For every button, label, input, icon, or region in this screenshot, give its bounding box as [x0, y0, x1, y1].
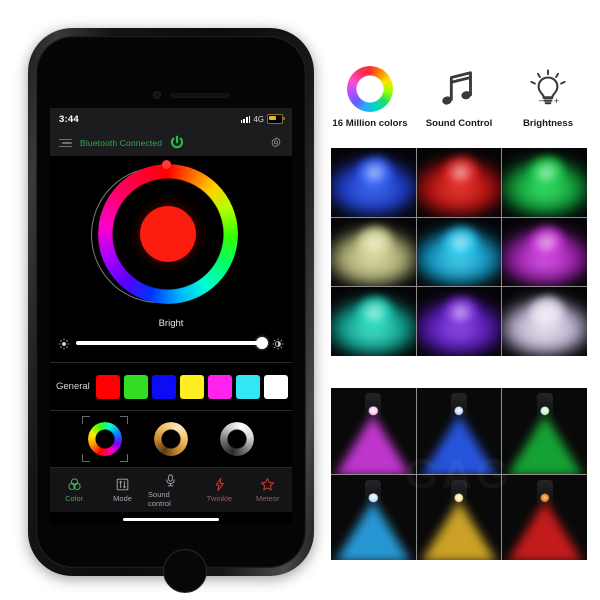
spotlight-cell-yellow	[416, 474, 502, 560]
battery-low-power-icon	[267, 114, 285, 124]
general-palette-label: General	[56, 381, 90, 392]
tab-color-label: Color	[65, 494, 84, 503]
network-type-label: 4G	[253, 114, 264, 124]
spotlight-cell-magenta	[331, 388, 416, 474]
swatch-green[interactable]	[123, 374, 148, 399]
lightning-bolt-icon	[212, 477, 227, 492]
brightness-label: Bright	[158, 318, 184, 329]
svg-text:−: −	[538, 96, 544, 107]
hamburger-menu-icon[interactable]	[59, 138, 72, 148]
spotlight-cell-red	[502, 474, 587, 560]
signal-bars-icon	[240, 115, 251, 123]
feature-brightness: − + Brightness	[508, 62, 588, 129]
cool-white-ring-icon	[220, 422, 254, 456]
tab-sound-control-label: Sound control	[147, 489, 171, 508]
light-bulb-icon: − +	[508, 62, 588, 116]
star-icon	[260, 477, 275, 492]
color-wheel-icon	[330, 62, 410, 116]
feature-highlights: 16 Million colors Sound Control − + Brig…	[330, 62, 588, 129]
app-screen: 3:44 4G Bluetooth Connected Bright Gener…	[50, 108, 292, 524]
status-time: 3:44	[59, 113, 79, 125]
color-wheel-control[interactable]	[50, 156, 292, 316]
color-circles-icon	[67, 477, 82, 492]
spotlight-cell-blue	[416, 388, 502, 474]
mode-ring-cool-white[interactable]	[220, 422, 254, 456]
fiber-cell-magenta	[502, 217, 587, 287]
swatch-blue[interactable]	[151, 374, 176, 399]
swatch-magenta[interactable]	[207, 374, 232, 399]
svg-text:+: +	[554, 96, 560, 107]
gear-icon[interactable]	[269, 136, 283, 150]
brightness-slider-knob[interactable]	[256, 337, 268, 349]
brightness-slider[interactable]	[76, 337, 268, 349]
fiber-cell-cyan	[416, 217, 502, 287]
general-palette-row: General	[50, 363, 292, 411]
selected-color-preview	[140, 206, 196, 262]
tab-twinkle-label: Twinkle	[206, 494, 233, 503]
fiber-cell-blue	[331, 148, 416, 217]
mode-ring-warm-white[interactable]	[154, 422, 188, 456]
status-indicators: 4G	[240, 114, 285, 124]
feature-sound-control: Sound Control	[419, 62, 499, 129]
phone-device: 3:44 4G Bluetooth Connected Bright Gener…	[28, 28, 314, 593]
feature-label-brightness: Brightness	[522, 118, 574, 129]
status-bar: 3:44 4G	[50, 108, 292, 130]
brightness-high-icon	[272, 337, 284, 350]
swatch-cyan[interactable]	[235, 374, 260, 399]
fiber-cell-teal	[331, 287, 416, 356]
front-camera-icon	[153, 91, 161, 99]
feature-label-colors: 16 Million colors	[332, 118, 408, 129]
app-bar: Bluetooth Connected	[50, 130, 292, 156]
music-note-icon	[419, 62, 499, 116]
sliders-icon	[115, 477, 130, 492]
bottom-tab-bar: Color Mode Sound control Twinkle Meteor	[50, 467, 292, 512]
home-indicator	[50, 512, 292, 524]
fiber-optic-color-grid	[331, 148, 587, 356]
mode-rings-row	[50, 411, 292, 467]
tab-meteor[interactable]: Meteor	[245, 477, 291, 503]
fiber-cell-green	[502, 148, 587, 217]
feature-16-million-colors: 16 Million colors	[330, 62, 410, 129]
tab-mode-label: Mode	[113, 494, 133, 503]
home-button[interactable]	[163, 549, 207, 593]
rgb-cycle-ring-icon	[88, 422, 122, 456]
spotlight-cell-green	[502, 388, 587, 474]
swatch-yellow[interactable]	[179, 374, 204, 399]
tab-sound-control[interactable]: Sound control	[148, 473, 194, 508]
tab-mode[interactable]: Mode	[100, 477, 146, 503]
fiber-cell-red	[416, 148, 502, 217]
tab-twinkle[interactable]: Twinkle	[196, 477, 242, 503]
brightness-slider-row[interactable]	[50, 337, 292, 350]
feature-label-sound: Sound Control	[425, 118, 493, 129]
app-content: Bright General Color Mode Sound control …	[50, 156, 292, 524]
fiber-cell-purple	[416, 287, 502, 356]
product-image: 3:44 4G Bluetooth Connected Bright Gener…	[0, 0, 600, 600]
swatch-red[interactable]	[95, 374, 120, 399]
spotlight-cell-cyan	[331, 474, 416, 560]
power-button-icon[interactable]	[169, 135, 185, 151]
connection-status-label: Bluetooth Connected	[80, 138, 163, 148]
color-wheel-handle[interactable]	[162, 160, 171, 169]
earpiece-speaker	[171, 93, 229, 98]
fiber-cell-white	[502, 287, 587, 356]
warm-white-ring-icon	[154, 422, 188, 456]
mode-ring-rgb-cycle[interactable]	[82, 416, 128, 462]
tab-meteor-label: Meteor	[255, 494, 280, 503]
tab-color[interactable]: Color	[51, 477, 97, 503]
fiber-cell-pale-yellow	[331, 217, 416, 287]
microphone-icon	[163, 473, 178, 488]
spotlight-color-grid: GAG	[331, 388, 587, 560]
brightness-low-icon	[58, 337, 70, 350]
swatch-white[interactable]	[263, 374, 288, 399]
brightness-section: Bright	[50, 316, 292, 363]
